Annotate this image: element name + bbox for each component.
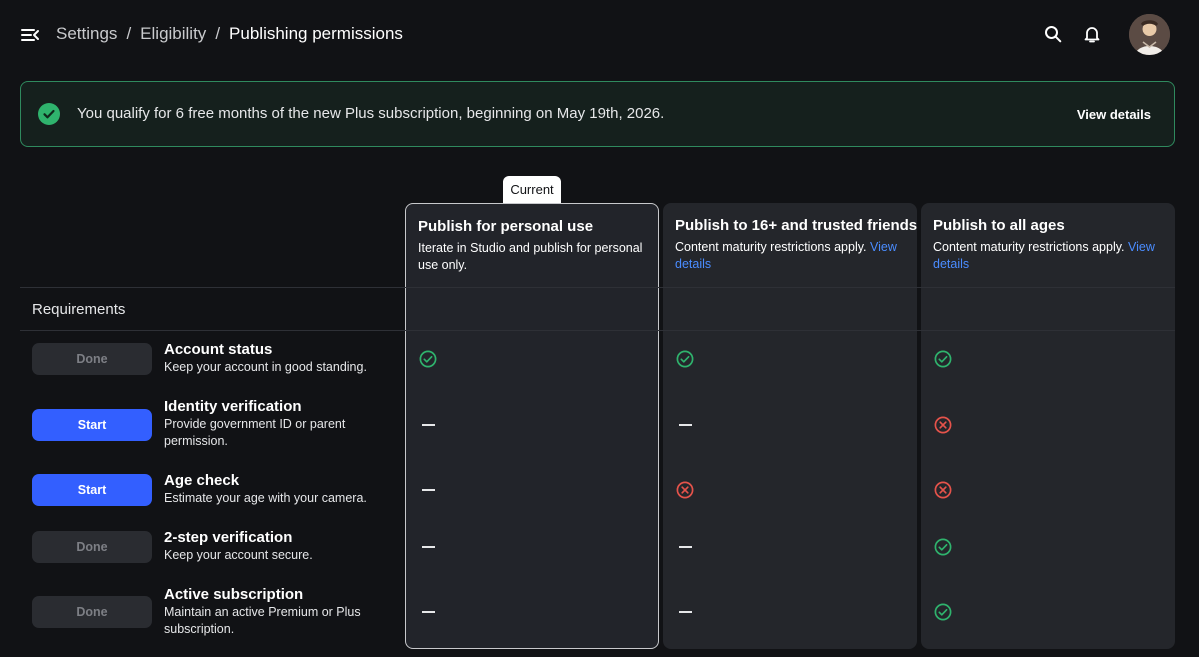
dash-icon [422,611,435,613]
check-circle-icon [676,350,694,368]
dash-icon [679,424,692,426]
avatar[interactable] [1129,14,1170,55]
divider [20,287,1175,288]
requirement-description: Maintain an active Premium or Plus subsc… [164,605,361,636]
top-bar: Settings / Eligibility / Publishing perm… [0,0,1199,70]
plan-column-all-ages: Publish to all ages Content maturity res… [921,203,1175,649]
x-circle-icon [934,416,952,434]
requirements-heading: Requirements [32,301,126,318]
plan-description: Content maturity restrictions apply. Vie… [675,240,897,271]
check-circle-icon [38,103,60,125]
dash-icon [679,546,692,548]
dash-icon [422,546,435,548]
banner-message: You qualify for 6 free months of the new… [77,105,665,122]
active-subscription-button[interactable]: Done [32,596,152,628]
breadcrumb-eligibility[interactable]: Eligibility [140,24,206,44]
requirement-title: 2-step verification [164,529,293,546]
current-plan-tab: Current [503,176,561,204]
breadcrumb-current: Publishing permissions [229,24,403,43]
identity-verification-start-button[interactable]: Start [32,409,152,441]
check-circle-icon [934,603,952,621]
x-circle-icon [934,481,952,499]
check-circle-icon [419,350,437,368]
plan-column-16plus: Publish to 16+ and trusted friends Conte… [663,203,917,649]
two-step-verification-button[interactable]: Done [32,531,152,563]
x-circle-icon [676,481,694,499]
menu-collapse-icon[interactable] [20,25,40,45]
search-icon[interactable] [1043,24,1063,44]
breadcrumb-separator: / [126,24,132,43]
requirement-title: Account status [164,341,273,358]
avatar-image [1129,14,1170,55]
requirement-description: Keep your account in good standing. [164,360,367,374]
requirement-title: Identity verification [164,398,302,415]
breadcrumb-separator: / [215,24,221,43]
requirement-description: Keep your account secure. [164,548,313,562]
requirement-description: Provide government ID or parent permissi… [164,417,346,448]
bell-icon[interactable] [1082,24,1102,44]
view-details-button[interactable]: View details [1077,107,1151,122]
dash-icon [422,424,435,426]
requirement-description: Estimate your age with your camera. [164,491,367,505]
dash-icon [679,611,692,613]
plan-description: Iterate in Studio and publish for person… [418,241,643,272]
check-circle-icon [934,350,952,368]
plan-title: Publish to 16+ and trusted friends [675,217,918,234]
age-check-start-button[interactable]: Start [32,474,152,506]
plan-column-personal: Publish for personal use Iterate in Stud… [405,203,659,649]
check-circle-icon [934,538,952,556]
requirement-title: Active subscription [164,586,304,603]
subscription-banner: You qualify for 6 free months of the new… [20,81,1175,147]
breadcrumb: Settings / Eligibility / Publishing perm… [56,24,403,44]
breadcrumb-settings[interactable]: Settings [56,24,117,44]
divider [20,330,1175,331]
account-status-button[interactable]: Done [32,343,152,375]
plan-description: Content maturity restrictions apply. Vie… [933,240,1155,271]
requirement-title: Age check [164,472,240,489]
plan-title: Publish for personal use [418,218,594,235]
plan-title: Publish to all ages [933,217,1065,234]
dash-icon [422,489,435,491]
